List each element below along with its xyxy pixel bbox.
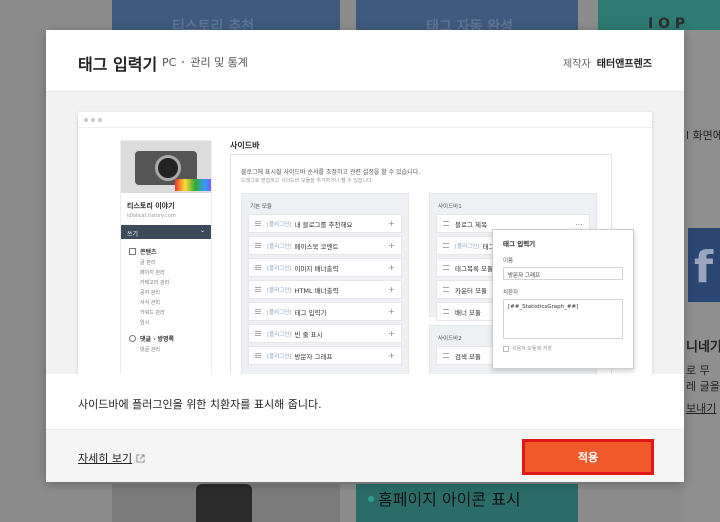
- module-row: [플러그인] 페이스북 코멘트 +: [248, 236, 402, 255]
- drag-handle-icon: [255, 331, 261, 336]
- plus-icon: +: [388, 241, 395, 250]
- drag-handle-icon: [255, 265, 261, 270]
- bg-side-text-5: 보내기: [686, 402, 717, 415]
- plus-icon: +: [388, 307, 395, 316]
- plus-icon: +: [388, 285, 395, 294]
- sidebar-description: 블로그에 표시될 사이드바 순서를 조정하고 관련 설정을 할 수 있습니다.: [241, 169, 421, 176]
- more-icon: …: [575, 218, 583, 227]
- menu-item: 카테고리 관리: [140, 280, 170, 286]
- bg-side-text-3: 로 무: [686, 364, 710, 377]
- facebook-icon: f: [688, 228, 720, 302]
- preview-image: 티스토리 이야기 idlolicat.tistory.com 쓰기 ⌄ 콘텐츠 …: [46, 92, 684, 374]
- checkbox-icon: [503, 345, 509, 352]
- menu-item: 글 관리: [140, 260, 156, 266]
- popup-substitute-field: [##_StatisticsGraph_##]: [503, 299, 623, 339]
- menu-section-content-label: 콘텐츠: [140, 249, 157, 256]
- blog-admin-column: 티스토리 이야기 idlolicat.tistory.com 쓰기 ⌄ 콘텐츠 …: [120, 140, 212, 374]
- blog-cover-image: [121, 141, 211, 193]
- bullet-icon: [368, 496, 374, 502]
- plugin-modal: 태그 입력기 PC 관리 및 통계 제작자 태터앤프렌즈 티스토리 이야기 id…: [46, 30, 684, 482]
- drag-handle-icon: [255, 353, 261, 358]
- chevron-down-icon: ⌄: [199, 227, 205, 234]
- drag-handle-icon: [443, 243, 449, 248]
- drag-handle-icon: [443, 265, 449, 270]
- plus-icon: +: [388, 219, 395, 228]
- menu-item: 임시: [140, 320, 150, 326]
- popup-name-label: 이름: [503, 258, 514, 264]
- drag-handle-icon: [443, 309, 449, 314]
- module-row: [플러그인] 태그 입력기 +: [248, 302, 402, 321]
- menu-item: 댓글 관리: [140, 347, 160, 353]
- maker-info: 제작자 태터앤프렌즈: [563, 55, 652, 70]
- popup-save-label: 사용자 모듈에 저장: [512, 346, 552, 352]
- blog-url: idlolicat.tistory.com: [127, 213, 176, 219]
- drag-handle-icon: [443, 287, 449, 292]
- menu-section-content: 콘텐츠: [129, 247, 211, 256]
- modal-title: 태그 입력기: [78, 55, 158, 74]
- drag-handle-icon: [255, 287, 261, 292]
- document-icon: [129, 248, 136, 255]
- popup-save-checkbox: 사용자 모듈에 저장: [503, 345, 633, 352]
- drag-handle-icon: [443, 353, 449, 358]
- bg-card-2: 태그 자동 완성: [356, 0, 578, 35]
- maker-name: 태터앤프렌즈: [596, 59, 652, 70]
- blog-name: 티스토리 이야기: [127, 202, 175, 210]
- bg-side-text-1: l 화면에: [686, 129, 720, 142]
- bg-card-3: I O P: [598, 0, 720, 32]
- external-link-icon: [136, 453, 145, 463]
- module-row: [플러그인] HTML 배너출력 +: [248, 280, 402, 299]
- platform-label: PC: [162, 55, 177, 69]
- drag-handle-icon: [255, 243, 261, 248]
- pencils-image: [175, 179, 211, 191]
- category-label: 관리 및 통계: [190, 56, 248, 69]
- plus-icon: +: [388, 351, 395, 360]
- apply-button-label: 적용: [577, 451, 599, 464]
- write-button: 쓰기 ⌄: [121, 225, 211, 239]
- modal-subtitle: PC 관리 및 통계: [162, 54, 248, 70]
- modal-footer: 자세히 보기 적용: [46, 429, 684, 482]
- separator-dot: [182, 61, 185, 63]
- description-text: 사이드바에 플러그인을 위한 치환자를 표시해 줍니다.: [78, 398, 322, 411]
- menu-section-comments-label: 댓글 · 방명록: [140, 336, 175, 343]
- sidebar-title: 사이드바: [230, 141, 260, 150]
- drag-handle-icon: [255, 221, 261, 226]
- thumbs-up-icon: [196, 484, 252, 522]
- drag-handle-icon: [255, 309, 261, 314]
- modal-description: 사이드바에 플러그인을 위한 치환자를 표시해 줍니다.: [46, 374, 684, 429]
- plus-icon: +: [388, 329, 395, 338]
- module-row: [플러그인] 내 블로그를 추천해요 +: [248, 214, 402, 233]
- bg-side-text-2: 니네기: [686, 340, 720, 355]
- basic-modules-box: 기본 모듈 [플러그인] 내 블로그를 추천해요 + [플러그인] 페이스북 코멘트 +…: [241, 193, 409, 374]
- module-row: [플러그인] 방문자 그래프 +: [248, 346, 402, 365]
- maker-label: 제작자: [563, 59, 591, 70]
- more-details-link[interactable]: 자세히 보기: [78, 450, 145, 466]
- basic-modules-heading: 기본 모듈: [250, 204, 272, 210]
- module-row: [플러그인] 빈 줄 표시 +: [248, 324, 402, 343]
- sidebar-hint: 드래그로 편집하고 사이드바 모듈을 추가하거나 뺄 수 있습니다.: [241, 178, 374, 184]
- browser-bar: [78, 112, 652, 128]
- menu-item: 서식 관리: [140, 300, 160, 306]
- popup-title: 태그 입력기: [503, 240, 536, 248]
- plus-icon: +: [388, 263, 395, 272]
- menu-item: 키워드 관리: [140, 310, 165, 316]
- menu-item: 공지 관리: [140, 290, 160, 296]
- bg-bottom-label: 홈페이지 아이콘 표시: [378, 490, 521, 509]
- popup-name-field: 방문자 그래프: [503, 267, 623, 280]
- menu-item: 페이지 관리: [140, 270, 165, 276]
- popup-substitute-label: 치환자: [503, 290, 519, 296]
- bg-side-text-4: 레 글을 블: [686, 380, 720, 393]
- more-details-label: 자세히 보기: [78, 452, 133, 465]
- write-label: 쓰기: [127, 231, 139, 238]
- module-row: [플러그인] 이미지 배너출력 +: [248, 258, 402, 277]
- comment-icon: [129, 335, 136, 342]
- tag-input-popup: 태그 입력기 이름 방문자 그래프 치환자 [##_StatisticsGrap…: [492, 229, 634, 369]
- menu-section-comments: 댓글 · 방명록: [129, 334, 211, 343]
- drag-handle-icon: [443, 221, 449, 226]
- modal-header: 태그 입력기 PC 관리 및 통계 제작자 태터앤프렌즈: [46, 30, 684, 92]
- browser-mockup: 티스토리 이야기 idlolicat.tistory.com 쓰기 ⌄ 콘텐츠 …: [78, 112, 652, 374]
- bg-card-1: 티스토리 추천: [112, 0, 340, 35]
- sidebar1-heading: 사이드바1: [438, 204, 462, 210]
- apply-button[interactable]: 적용: [522, 439, 654, 475]
